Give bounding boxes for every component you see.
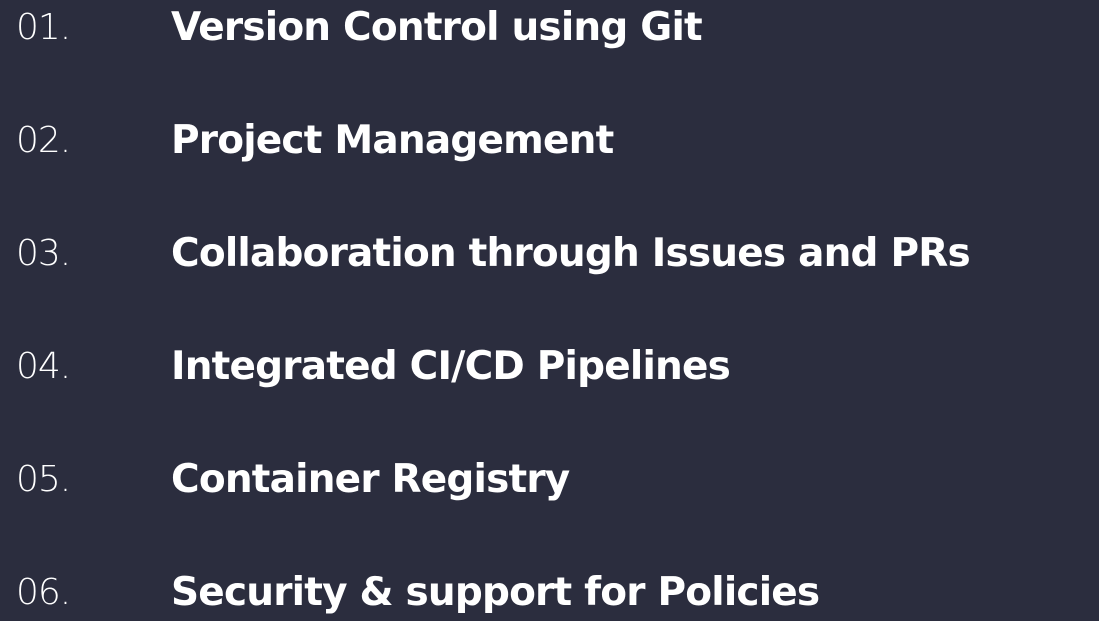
list-item: 04. Integrated CI/CD Pipelines	[0, 339, 1099, 395]
list-item: 05. Container Registry	[0, 452, 1099, 508]
list-item: 06. Security & support for Policies	[0, 565, 1099, 621]
item-title: Integrated CI/CD Pipelines	[171, 344, 731, 389]
item-title: Security & support for Policies	[171, 570, 820, 615]
slide: 01. Version Control using Git 02. Projec…	[0, 0, 1099, 618]
item-number: 05.	[16, 459, 71, 500]
list-item: 02. Project Management	[0, 113, 1099, 169]
item-number: 02.	[16, 120, 71, 161]
feature-list: 01. Version Control using Git 02. Projec…	[0, 0, 1099, 618]
item-number: 06.	[16, 572, 71, 613]
list-item: 01. Version Control using Git	[0, 0, 1099, 56]
item-title: Version Control using Git	[171, 5, 703, 50]
item-title: Container Registry	[171, 457, 570, 502]
list-item: 03. Collaboration through Issues and PRs	[0, 226, 1099, 282]
item-number: 01.	[16, 7, 71, 48]
item-title: Collaboration through Issues and PRs	[171, 231, 971, 276]
item-title: Project Management	[171, 118, 614, 163]
item-number: 04.	[16, 346, 71, 387]
item-number: 03.	[16, 233, 71, 274]
